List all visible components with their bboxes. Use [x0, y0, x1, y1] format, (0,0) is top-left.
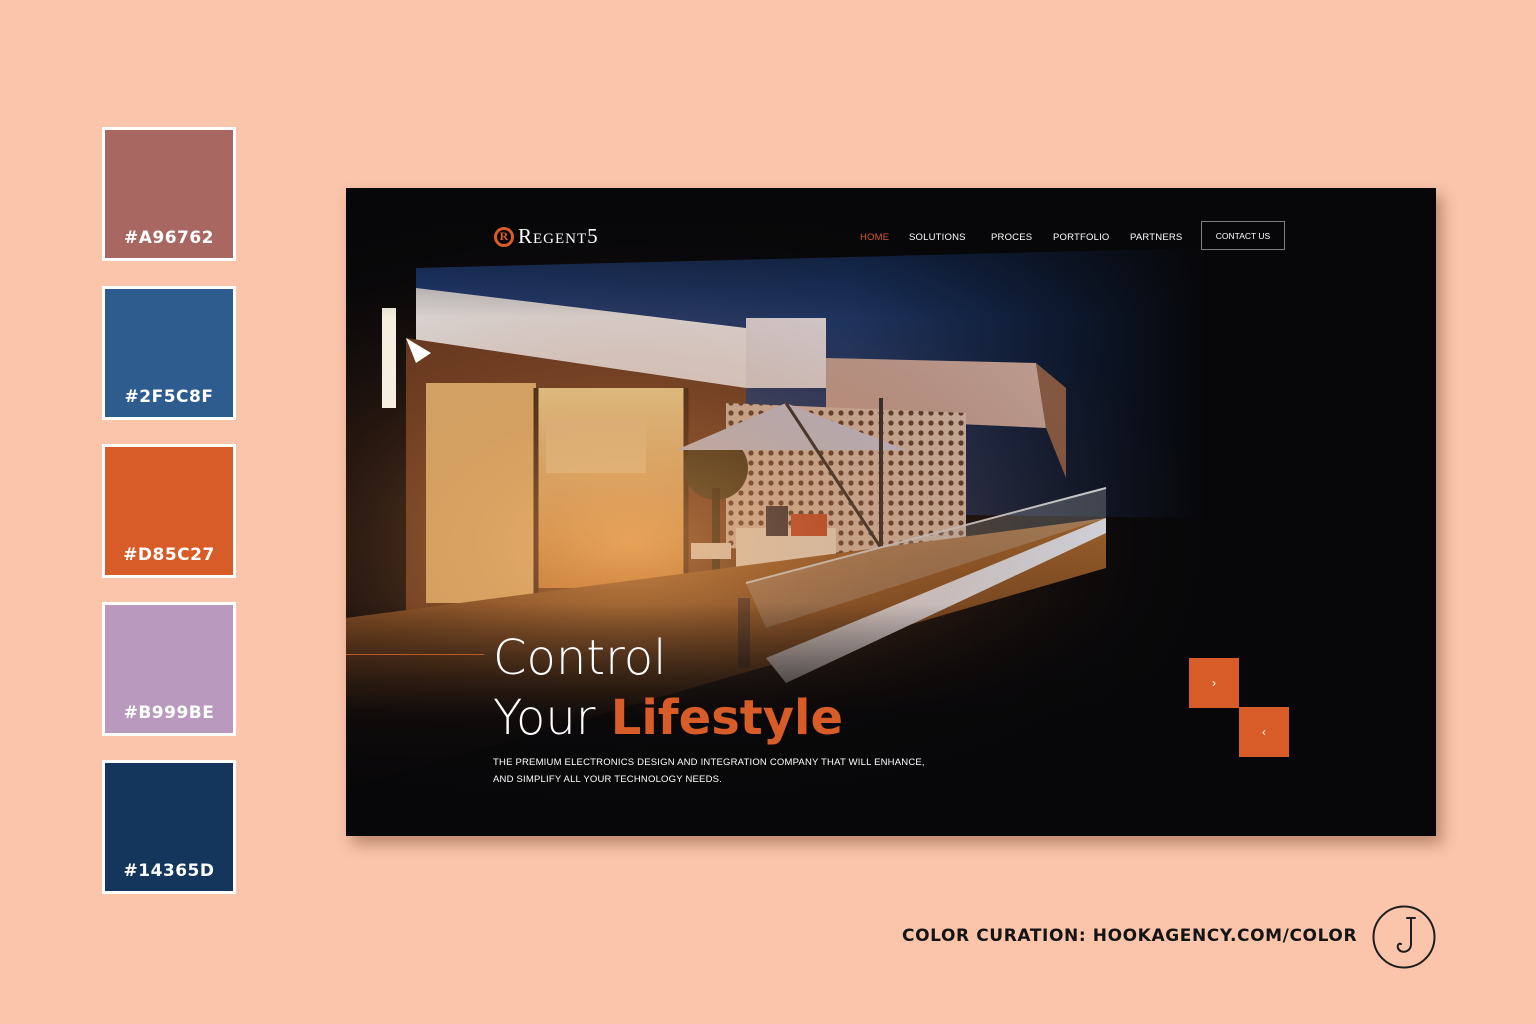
swatch-1: #A96762 [102, 127, 236, 261]
nav-home[interactable]: HOME [860, 232, 889, 243]
logo-text: Regent5 [518, 224, 599, 248]
swatch-2-label: #2F5C8F [124, 387, 214, 407]
swatch-3: #D85C27 [102, 444, 236, 578]
prev-slide-button[interactable]: ‹ [1239, 707, 1289, 757]
logo-mark-icon: R [494, 226, 514, 247]
subtitle-line-1: THE PREMIUM ELECTRONICS DESIGN AND INTEG… [493, 757, 925, 768]
hero-subtitle: THE PREMIUM ELECTRONICS DESIGN AND INTEG… [493, 754, 973, 788]
headline-line-2: Your Lifestyle [493, 688, 843, 748]
headline-plain: Your [493, 690, 611, 746]
swatch-2: #2F5C8F [102, 286, 236, 420]
website-mockup: R Regent5 HOME SOLUTIONS PROCES PORTFOLI… [346, 188, 1436, 836]
hook-agency-logo-icon [1372, 905, 1436, 969]
chevron-right-icon: › [1212, 676, 1216, 690]
accent-line [346, 654, 484, 655]
nav-partners[interactable]: PARTNERS [1130, 232, 1182, 243]
headline-accent: Lifestyle [610, 690, 844, 746]
headline-line-1: Control [493, 630, 667, 686]
swatch-5: #14365D [102, 760, 236, 894]
contact-us-button[interactable]: CONTACT US [1201, 221, 1285, 250]
swatch-4-label: #B999BE [123, 703, 215, 723]
site-logo[interactable]: R Regent5 [494, 224, 599, 249]
next-slide-button[interactable]: › [1189, 658, 1239, 708]
swatch-5-label: #14365D [123, 861, 215, 881]
nav-portfolio[interactable]: PORTFOLIO [1053, 232, 1110, 243]
color-credit: COLOR CURATION: HOOKAGENCY.COM/COLOR [902, 926, 1358, 946]
nav-proces[interactable]: PROCES [991, 232, 1032, 243]
swatch-4: #B999BE [102, 602, 236, 736]
swatch-1-label: #A96762 [123, 228, 215, 248]
chevron-left-icon: ‹ [1262, 725, 1266, 739]
subtitle-line-2: AND SIMPLIFY ALL YOUR TECHNOLOGY NEEDS. [493, 774, 723, 785]
swatch-3-label: #D85C27 [123, 545, 215, 565]
nav-solutions[interactable]: SOLUTIONS [909, 232, 966, 243]
hero-headline: Control Your Lifestyle [493, 628, 843, 748]
